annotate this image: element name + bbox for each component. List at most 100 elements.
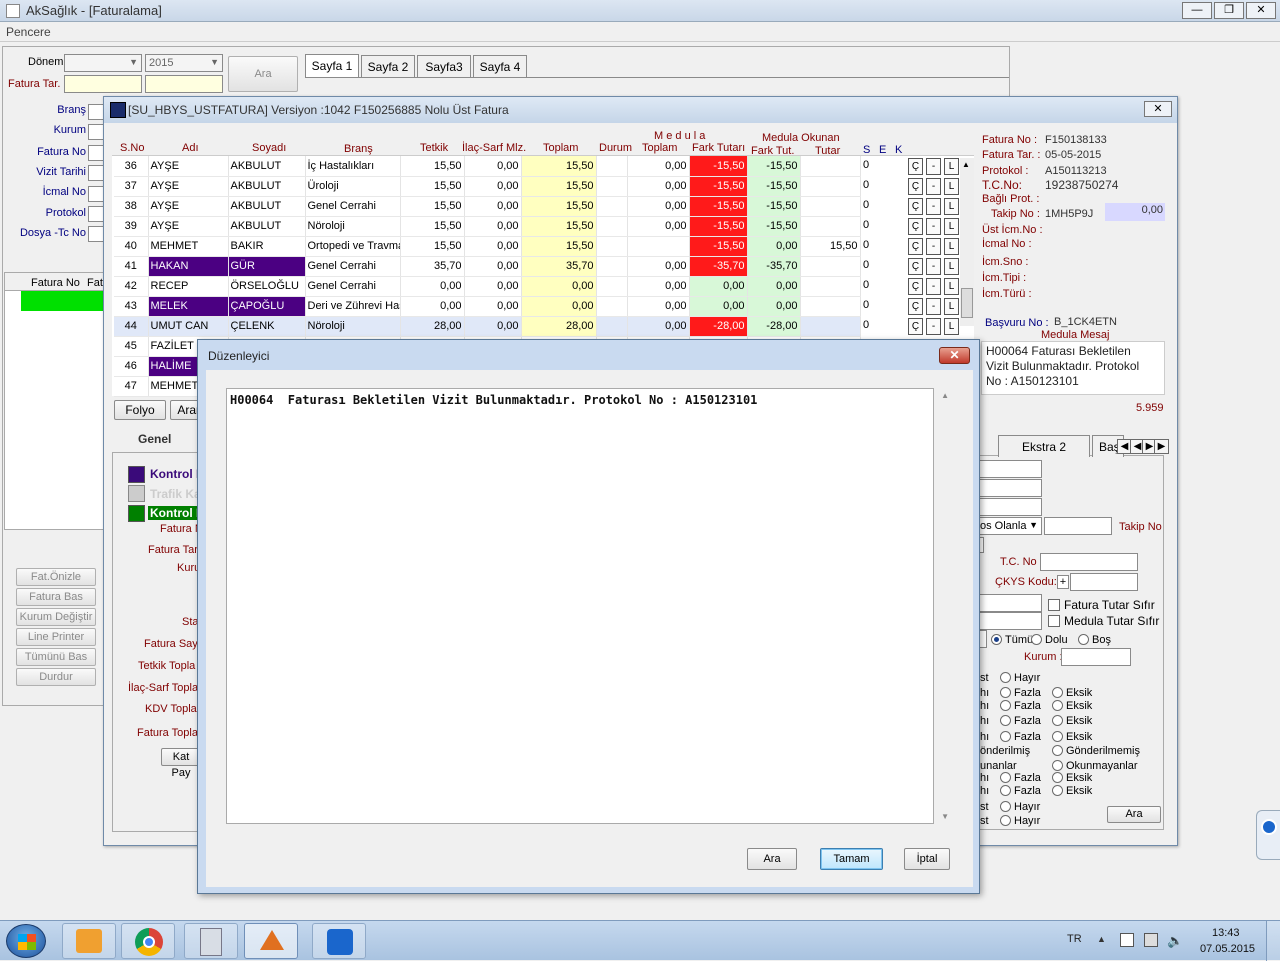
row-minus-button[interactable]: - [926,158,941,175]
scroll-up-icon[interactable]: ▲ [962,160,970,169]
taskbar-outlook[interactable] [62,923,116,959]
row-l-button[interactable]: L [944,258,959,275]
right-input-3[interactable] [977,498,1042,516]
radio-dolu[interactable]: Dolu [1031,634,1068,646]
right-input-4[interactable] [977,594,1042,612]
clock-date[interactable]: 07.05.2015 [1200,943,1255,955]
row-l-button[interactable]: L [944,158,959,175]
right-input-1[interactable] [977,460,1042,478]
left-ara-button[interactable]: Ara [228,56,298,92]
row-minus-button[interactable]: - [926,298,941,315]
rg-fazla-5[interactable]: Fazla [1000,772,1041,784]
info-mesaj-box[interactable]: H00064 Faturası Bekletilen Vizit Bulunma… [981,341,1165,395]
taskbar-teamviewer[interactable] [312,923,366,959]
rg-fazla-1[interactable]: Fazla [1000,687,1041,699]
minimize-button[interactable]: — [1182,2,1212,19]
tumunu-bas-button[interactable]: Tümünü Bas [16,648,96,666]
durdur-button[interactable]: Durdur [16,668,96,686]
grid-scrollbar[interactable]: ▲ [960,158,974,326]
medula-tutar-checkbox[interactable] [1048,615,1060,627]
table-row[interactable]: 42 RECEP ÖRSELOĞLU Genel Cerrahi 0,00 0,00 0,0… [114,276,861,297]
rg-eksik-2[interactable]: Eksik [1052,700,1092,712]
inner-close-button[interactable]: ✕ [1144,101,1172,117]
rg-eksik-3[interactable]: Eksik [1052,715,1092,727]
row-minus-button[interactable]: - [926,238,941,255]
dialog-scroll-down-icon[interactable]: ▼ [941,812,949,821]
clock-time[interactable]: 13:43 [1212,927,1240,939]
tab-sayfa-2[interactable]: Sayfa 2 [361,55,415,78]
teamviewer-side-tab[interactable] [1256,810,1280,860]
fatura-tar-from[interactable] [64,75,142,93]
tab-last-icon[interactable]: ▶ [1154,439,1169,454]
restore-button[interactable]: ❐ [1214,2,1244,19]
dialog-textarea[interactable]: H00064 Faturası Bekletilen Vizit Bulunma… [226,388,949,824]
genel-tab[interactable]: Genel [138,432,171,446]
row-c-button[interactable]: Ç [908,198,923,215]
dialog-ara-button[interactable]: Ara [747,848,797,870]
radio-bos[interactable]: Boş [1078,634,1111,646]
network-icon[interactable] [1120,933,1134,947]
rg-okunmayanlar[interactable]: Okunmayanlar [1052,760,1138,772]
rg-fazla-4[interactable]: Fazla [1000,731,1041,743]
left-grid-selected-row[interactable] [21,291,105,311]
row-c-button[interactable]: Ç [908,218,923,235]
rg-okunanlar[interactable]: unanlar [980,760,1017,772]
volume-icon[interactable]: 🔈 [1167,933,1183,949]
table-row[interactable]: 36 AYŞE AKBULUT İç Hastalıkları 15,50 0,00 15,… [114,156,861,177]
table-row[interactable]: 41 HAKAN GÜR Genel Cerrahi 35,70 0,00 35,70 0,0… [114,256,861,277]
takip-no-input[interactable] [1044,517,1112,535]
taskbar-calculator[interactable] [184,923,238,959]
row-l-button[interactable]: L [944,298,959,315]
table-row[interactable]: 43 MELEK ÇAPOĞLU Deri ve Zührevi Has 0,00 0,0… [114,296,861,317]
scroll-thumb[interactable] [961,288,973,318]
right-ara-button[interactable]: Ara [1107,806,1161,823]
row-c-button[interactable]: Ç [908,298,923,315]
language-indicator[interactable]: TR [1067,933,1082,945]
table-row[interactable]: 44 UMUT CAN ÇELENK Nöroloji 28,00 0,00 28,00 0,… [114,316,861,337]
tc-no-input[interactable] [1040,553,1138,571]
tab-sayfa-4[interactable]: Sayfa 4 [473,55,527,78]
medula-tutar-sifir[interactable]: Medula Tutar Sıfır [1048,614,1159,628]
menu-pencere[interactable]: Pencere [6,25,51,39]
rg-eksik-1[interactable]: Eksik [1052,687,1092,699]
row-c-button[interactable]: Ç [908,178,923,195]
table-row[interactable]: 37 AYŞE AKBULUT Üroloji 15,50 0,00 15,50 0,00 -1… [114,176,861,197]
row-l-button[interactable]: L [944,198,959,215]
row-l-button[interactable]: L [944,278,959,295]
tab-sayfa-3[interactable]: Sayfa3 [417,55,471,78]
table-row[interactable]: 39 AYŞE AKBULUT Nöroloji 15,50 0,00 15,50 0,00-… [114,216,861,237]
line-printer-button[interactable]: Line Printer [16,628,96,646]
row-c-button[interactable]: Ç [908,258,923,275]
taskbar-aksaglik[interactable] [244,923,298,959]
rg-fazla-2[interactable]: Fazla [1000,700,1041,712]
rg-hayir-1[interactable]: Hayır [1000,672,1040,684]
show-hidden-icons-icon[interactable]: ▲ [1097,934,1106,944]
rg-fazla-6[interactable]: Fazla [1000,785,1041,797]
left-grid[interactable]: Fatura No Fatu [4,272,109,530]
rg-hayir-3[interactable]: Hayır [1000,815,1040,827]
dialog-tamam-button[interactable]: Tamam [820,848,883,870]
rg-eksik-4[interactable]: Eksik [1052,731,1092,743]
row-c-button[interactable]: Ç [908,158,923,175]
row-minus-button[interactable]: - [926,218,941,235]
fatura-tar-to[interactable] [145,75,223,93]
filter-protokol-input[interactable] [88,206,104,222]
start-button[interactable] [6,924,46,958]
row-c-button[interactable]: Ç [908,278,923,295]
rg-fazla-3[interactable]: Fazla [1000,715,1041,727]
filter-vizit-input[interactable] [88,165,104,181]
filter-brans-input[interactable] [88,104,104,120]
tab-ekstra-2[interactable]: Ekstra 2 [998,435,1090,457]
fat-onizle-button[interactable]: Fat.Önizle [16,568,96,586]
radio-tumu[interactable]: Tümü [991,634,1033,646]
ckys-plus-button[interactable]: + [1057,575,1069,589]
dropdown-olanlar[interactable]: os Olanla ▼ [977,517,1042,535]
row-minus-button[interactable]: - [926,318,941,335]
rg-eksik-5[interactable]: Eksik [1052,772,1092,784]
row-l-button[interactable]: L [944,178,959,195]
kurum-input[interactable] [1061,648,1131,666]
rg-gonderilmemis[interactable]: Gönderilmemiş [1052,745,1140,757]
fatura-tutar-sifir[interactable]: Fatura Tutar Sıfır [1048,598,1155,612]
filter-fatura-input[interactable] [88,145,104,161]
row-minus-button[interactable]: - [926,198,941,215]
